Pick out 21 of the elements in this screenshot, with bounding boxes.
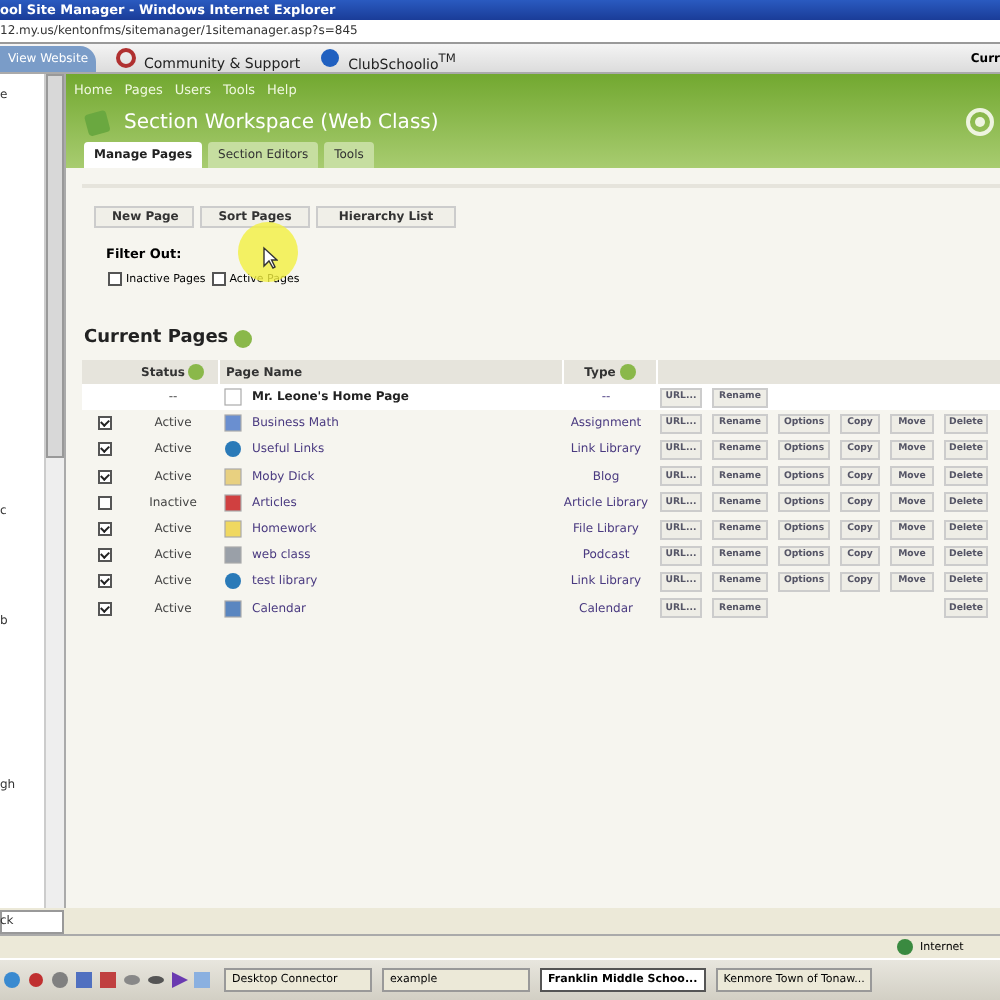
quick-launch-icons[interactable] xyxy=(4,968,214,992)
checkbox[interactable] xyxy=(211,272,226,286)
checkbox[interactable] xyxy=(98,601,112,616)
checkbox[interactable] xyxy=(98,495,112,510)
scrollbar[interactable] xyxy=(0,910,64,934)
page-icon xyxy=(224,546,242,565)
lifebuoy-icon xyxy=(116,48,136,68)
workspace-title: Section Workspace (Web Class) xyxy=(124,111,439,133)
cursor-icon xyxy=(262,246,278,270)
folder-icon xyxy=(224,520,242,539)
logo-icon xyxy=(964,106,996,138)
checkbox[interactable] xyxy=(98,469,112,484)
checkbox[interactable] xyxy=(98,442,112,457)
checkbox[interactable] xyxy=(98,574,112,589)
scrollbar[interactable] xyxy=(44,74,64,908)
checkbox[interactable] xyxy=(98,548,112,563)
checkbox[interactable] xyxy=(98,416,112,431)
checkbox[interactable] xyxy=(98,522,112,537)
checkbox[interactable] xyxy=(108,272,122,286)
calendar-icon xyxy=(224,599,242,618)
section-title: Current Pages xyxy=(84,328,229,348)
